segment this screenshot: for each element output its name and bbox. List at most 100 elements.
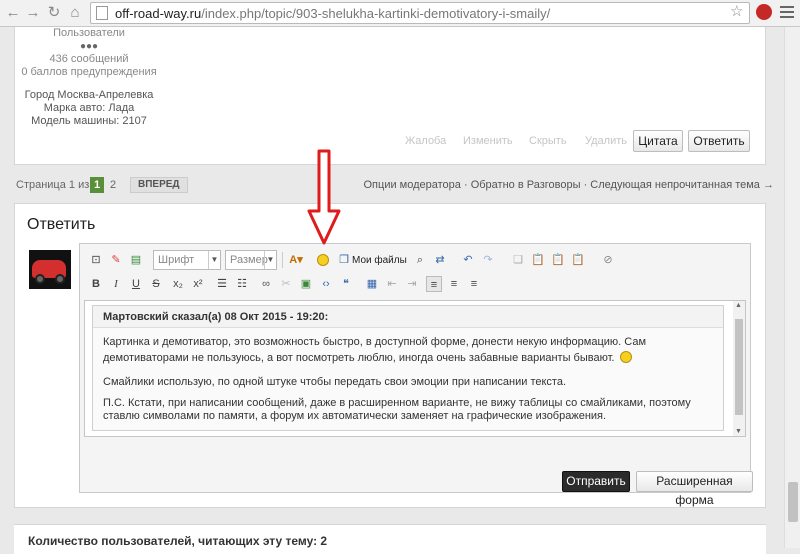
image-icon[interactable]: ▣ — [298, 276, 314, 292]
paste-plain-icon[interactable]: 📋 — [550, 252, 566, 268]
indent-icon[interactable]: ⇥ — [404, 276, 420, 292]
reload-icon[interactable]: ↻ — [45, 4, 63, 22]
smile-emoticon-icon — [619, 351, 632, 363]
reply-container: Ответить ⊡ ✎ ▤ Шрифт ▼ Размер ▼ A▾ ❐ Мои… — [14, 203, 766, 508]
size-select[interactable]: Размер ▼ — [225, 250, 277, 270]
link-icon[interactable]: ∞ — [258, 276, 274, 292]
report-link[interactable]: Жалоба — [405, 135, 446, 147]
page-label: Страница 1 из 2 — [16, 179, 99, 191]
source-mode-icon[interactable]: ⊡ — [88, 252, 104, 268]
quote-paragraph-1: Картинка и демотиватор, это возможность … — [103, 336, 715, 365]
rich-text-editor: ⊡ ✎ ▤ Шрифт ▼ Размер ▼ A▾ ❐ Мои файлы ⌕ … — [79, 243, 751, 493]
scroll-up-icon[interactable]: ▲ — [735, 302, 742, 309]
separator-dot: · — [463, 179, 468, 191]
address-bar[interactable]: off-road-way.ru/index.php/topic/903-shel… — [90, 2, 750, 24]
font-select[interactable]: Шрифт ▼ — [153, 250, 221, 270]
url-host: off-road-way.ru — [115, 6, 202, 21]
code-icon[interactable]: ‹› — [318, 276, 334, 292]
undo-icon[interactable]: ↶ — [460, 252, 476, 268]
annotation-arrow-icon — [307, 149, 341, 245]
next-unread-link[interactable]: Следующая непрочитанная тема — [590, 179, 760, 191]
menu-icon[interactable] — [780, 6, 794, 21]
user-car-model: Модель машины: 2107 — [31, 115, 147, 127]
paste-icon[interactable]: 📋 — [530, 252, 546, 268]
bulleted-list-icon[interactable]: ☰ — [214, 276, 230, 292]
files-icon[interactable]: ❐ — [336, 252, 352, 268]
post-actions: Жалоба Изменить Скрыть Удалить Цитата От… — [405, 130, 750, 152]
emoticon-icon[interactable] — [317, 254, 329, 266]
message-textarea[interactable]: Мартовский сказал(а) 08 Окт 2015 - 19:20… — [84, 300, 746, 437]
remove-format-icon[interactable]: ⊘ — [600, 252, 616, 268]
quote-header: Мартовский сказал(а) 08 Окт 2015 - 19:20… — [93, 306, 723, 328]
delete-link[interactable]: Удалить — [585, 135, 627, 147]
rank-pips: ●●● — [79, 41, 99, 52]
quote-paragraph-1-text: Картинка и демотиватор, это возможность … — [103, 336, 647, 364]
bookmark-star-icon[interactable]: ☆ — [730, 2, 743, 20]
reply-button[interactable]: Ответить — [688, 130, 750, 152]
chevron-down-icon: ▼ — [208, 251, 220, 269]
quote-button[interactable]: Цитата — [633, 130, 683, 152]
unlink-icon[interactable]: ✂ — [278, 276, 294, 292]
paste-text-icon[interactable]: ▤ — [128, 252, 144, 268]
edit-link[interactable]: Изменить — [463, 135, 513, 147]
scroll-down-icon[interactable]: ▼ — [735, 428, 742, 435]
bold-icon[interactable]: B — [88, 276, 104, 292]
back-to-forum-link[interactable]: Обратно в Разговоры — [471, 179, 581, 191]
media-icon[interactable]: ▦ — [364, 276, 380, 292]
align-center-icon[interactable]: ≡ — [446, 276, 462, 292]
active-users-heading: Количество пользователей, читающих эту т… — [28, 534, 328, 548]
quote-paragraph-3: П.С. Кстати, при написании сообщений, да… — [103, 397, 691, 422]
outdent-icon[interactable]: ⇤ — [384, 276, 400, 292]
textarea-scrollbar-thumb[interactable] — [735, 319, 743, 415]
extension-icon[interactable] — [756, 4, 772, 20]
chevron-down-icon: ▼ — [264, 251, 276, 269]
url-path: /index.php/topic/903-shelukha-kartinki-d… — [201, 6, 551, 21]
page-icon — [96, 6, 108, 20]
hide-link[interactable]: Скрыть — [529, 135, 567, 147]
align-left-icon[interactable]: ≡ — [426, 276, 442, 292]
warning-points: 0 баллов предупреждения — [21, 66, 157, 78]
eraser-icon[interactable]: ✎ — [108, 252, 124, 268]
page-2-link[interactable]: 2 — [110, 179, 116, 191]
strikethrough-icon[interactable]: S — [148, 276, 164, 292]
separator-dot: · — [583, 179, 588, 191]
user-city: Город Москва-Апрелевка — [24, 89, 154, 101]
superscript-icon[interactable]: x² — [190, 276, 206, 292]
textarea-scrollbar[interactable]: ▲ ▼ — [733, 301, 745, 436]
italic-icon[interactable]: I — [108, 276, 124, 292]
replace-icon[interactable]: ⇄ — [432, 252, 448, 268]
author-profile: Пользователи ●●● 436 сообщений 0 баллов … — [19, 27, 159, 128]
binoculars-icon[interactable]: ⌕ — [412, 252, 428, 268]
quote-icon[interactable]: ❝ — [338, 276, 354, 292]
post-count: 436 сообщений — [49, 53, 129, 65]
moderator-options-link[interactable]: Опции модератора — [364, 179, 461, 191]
send-button[interactable]: Отправить — [562, 471, 630, 492]
active-users-section: Количество пользователей, читающих эту т… — [14, 524, 766, 554]
user-car-brand: Марка авто: Лада — [43, 102, 135, 114]
arrow-right-icon: → — [763, 179, 774, 191]
reply-title: Ответить — [27, 216, 96, 233]
pagination: Страница 1 из 2 1 2 ВПЕРЕД Опции модерат… — [14, 177, 774, 195]
avatar — [29, 247, 71, 289]
advanced-form-button[interactable]: Расширенная форма — [636, 471, 753, 507]
browser-toolbar: ← → ↻ ⌂ off-road-way.ru/index.php/topic/… — [0, 0, 800, 27]
quote-paragraph-2: Смайлики использую, по одной штуке чтобы… — [103, 376, 567, 388]
subscript-icon[interactable]: x₂ — [170, 276, 186, 292]
back-icon[interactable]: ← — [4, 4, 22, 22]
copy-icon[interactable]: ❏ — [510, 252, 526, 268]
page-scrollbar-thumb[interactable] — [788, 482, 798, 522]
redo-icon[interactable]: ↷ — [480, 252, 496, 268]
underline-icon[interactable]: U — [128, 276, 144, 292]
next-page-button[interactable]: ВПЕРЕД — [130, 177, 188, 193]
text-color-icon[interactable]: A▾ — [288, 252, 304, 268]
home-icon[interactable]: ⌂ — [66, 4, 84, 22]
align-right-icon[interactable]: ≡ — [466, 276, 482, 292]
forward-icon[interactable]: → — [24, 4, 42, 22]
page-current: 1 — [90, 177, 104, 193]
size-select-label: Размер — [230, 254, 268, 266]
paste-word-icon[interactable]: 📋 — [570, 252, 586, 268]
page-scrollbar[interactable] — [784, 27, 800, 548]
my-files-button[interactable]: Мои файлы — [352, 255, 407, 266]
post-container: Пользователи ●●● 436 сообщений 0 баллов … — [14, 27, 766, 165]
numbered-list-icon[interactable]: ☷ — [234, 276, 250, 292]
